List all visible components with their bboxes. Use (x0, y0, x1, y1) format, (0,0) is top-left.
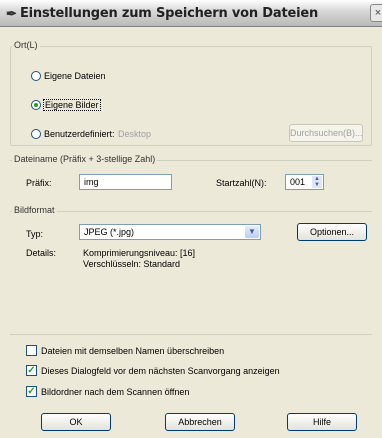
prefix-label: Präfix: (26, 178, 52, 188)
details-compression: Komprimierungsniveau: [16] (83, 248, 196, 258)
type-select[interactable]: JPEG (*.jpg) ▼ (79, 224, 261, 240)
window-title: Einstellungen zum Speichern von Dateien (20, 6, 318, 21)
radio-benutzerdefiniert[interactable] (31, 129, 41, 139)
details-encryption: Verschlüsseln: Standard (83, 259, 181, 269)
options-button[interactable]: Optionen... (297, 223, 367, 241)
browse-button[interactable]: Durchsuchen(B)... (289, 124, 363, 142)
radio-eigene-dateien-label[interactable]: Eigene Dateien (44, 71, 106, 81)
title-bar[interactable]: ✒ Einstellungen zum Speichern von Dateie… (0, 0, 382, 27)
format-group-label: Bildformat (12, 205, 57, 215)
radio-benutzerdefiniert-label[interactable]: Benutzerdefiniert: (44, 129, 115, 139)
app-icon: ✒ (6, 6, 17, 21)
overwrite-checkbox-label[interactable]: Dateien mit demselben Namen überschreibe… (41, 346, 224, 356)
type-label: Typ: (26, 229, 44, 239)
stepper-arrows-icon[interactable]: ▲ ▼ (312, 176, 322, 188)
custom-path-value: Desktop (118, 129, 152, 139)
format-divider (10, 211, 372, 212)
open-folder-checkbox[interactable]: ✓ (26, 386, 37, 397)
ok-button[interactable]: OK (41, 413, 111, 431)
start-number-stepper[interactable]: 001 ▲ ▼ (285, 174, 324, 190)
filename-group-label: Dateiname (Präfix + 3-stellige Zahl) (12, 154, 158, 164)
radio-eigene-dateien[interactable] (31, 71, 41, 81)
type-select-value: JPEG (*.jpg) (84, 227, 135, 237)
open-folder-checkbox-label[interactable]: Bildordner nach dem Scannen öffnen (41, 387, 189, 397)
start-number-label: Startzahl(N): (216, 178, 267, 188)
help-button[interactable]: Hilfe (287, 413, 357, 431)
details-label: Details: (26, 248, 57, 258)
radio-eigene-bilder[interactable] (31, 100, 41, 110)
chevron-down-icon[interactable]: ▼ (245, 226, 259, 238)
show-dialog-checkbox[interactable]: ✓ (26, 365, 37, 376)
format-bottom-divider (10, 334, 372, 335)
save-settings-dialog: ✒ Einstellungen zum Speichern von Dateie… (0, 0, 382, 438)
show-dialog-checkbox-label[interactable]: Dieses Dialogfeld vor dem nächsten Scanv… (41, 366, 280, 376)
location-group-label: Ort(L) (12, 40, 40, 50)
overwrite-checkbox[interactable] (26, 345, 37, 356)
start-number-value: 001 (290, 177, 306, 187)
close-icon[interactable]: × (370, 4, 382, 22)
radio-eigene-bilder-label[interactable]: Eigene Bilder (43, 99, 101, 111)
prefix-input[interactable]: img (79, 174, 172, 190)
cancel-button[interactable]: Abbrechen (165, 413, 235, 431)
